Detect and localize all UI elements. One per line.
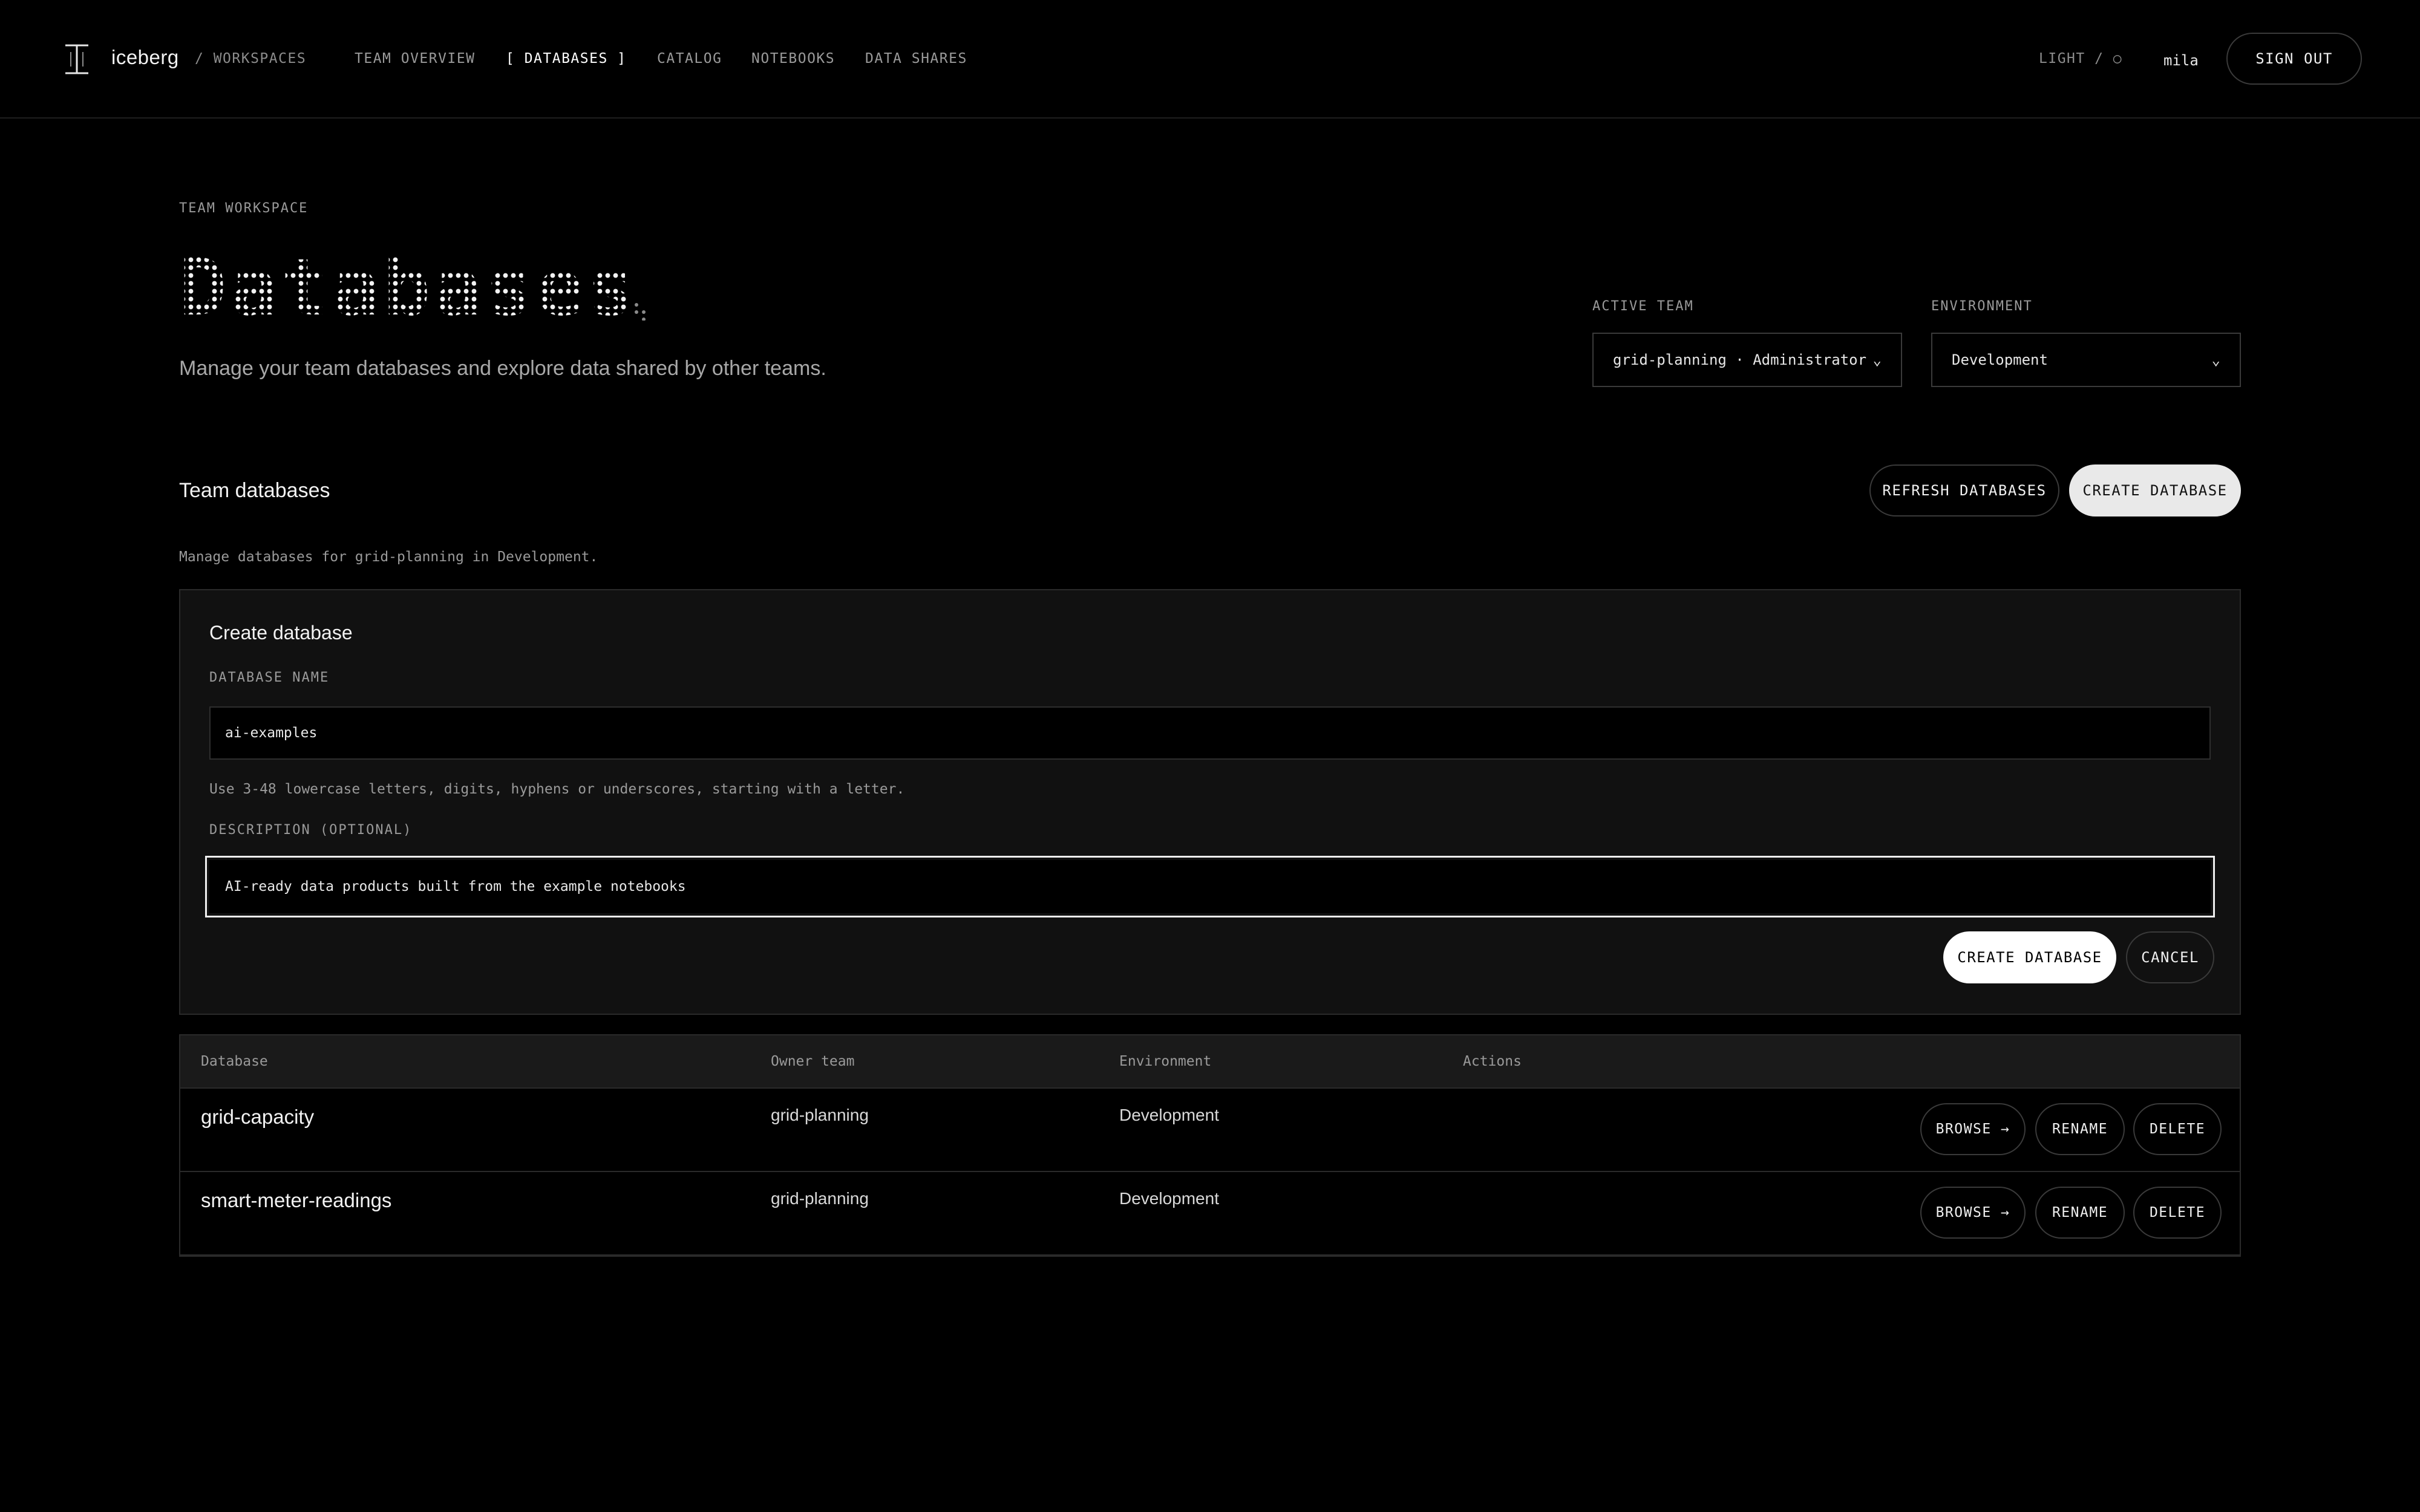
databases-table: Database Owner team Environment Actions … xyxy=(179,1034,2241,1257)
iceberg-logo-icon[interactable] xyxy=(63,44,91,75)
brand-name[interactable]: iceberg xyxy=(111,46,179,69)
column-header-database: Database xyxy=(201,1054,268,1069)
table-row: grid-capacity grid-planning Development … xyxy=(180,1089,2240,1172)
browse-button[interactable]: BROWSE → xyxy=(1920,1187,2026,1239)
active-team-value: grid-planning · Administrator xyxy=(1613,351,1867,368)
column-header-actions: Actions xyxy=(1463,1054,1522,1069)
nav-catalog[interactable]: CATALOG xyxy=(657,51,722,67)
nav-team-overview[interactable]: TEAM OVERVIEW xyxy=(355,51,476,67)
owner-team: grid-planning xyxy=(771,1106,869,1124)
chevron-down-icon: ⌄ xyxy=(2211,351,2220,368)
user-name: mila xyxy=(2163,52,2199,69)
sign-out-button[interactable]: SIGN OUT xyxy=(2226,33,2362,85)
page-title-wrap: Databases xyxy=(179,248,638,327)
description-label: DESCRIPTION (OPTIONAL) xyxy=(209,823,413,838)
table-row: smart-meter-readings grid-planning Devel… xyxy=(180,1172,2240,1256)
breadcrumb[interactable]: / WORKSPACES xyxy=(195,51,306,67)
database-name-hint: Use 3-48 lowercase letters, digits, hyph… xyxy=(209,781,905,797)
top-bar: iceberg / WORKSPACES TEAM OVERVIEW [ DAT… xyxy=(0,0,2420,119)
theme-toggle[interactable]: LIGHT / ○ xyxy=(2039,51,2122,67)
delete-button[interactable]: DELETE xyxy=(2133,1103,2222,1155)
create-database-submit-button[interactable]: CREATE DATABASE xyxy=(1943,931,2116,983)
environment: Development xyxy=(1119,1106,1219,1124)
section-title: Team databases xyxy=(179,479,330,502)
section-description: Manage databases for grid-planning in De… xyxy=(179,549,598,565)
chevron-down-icon: ⌄ xyxy=(1872,351,1882,368)
delete-button[interactable]: DELETE xyxy=(2133,1187,2222,1239)
database-name-label: DATABASE NAME xyxy=(209,670,330,685)
page-eyebrow: TEAM WORKSPACE xyxy=(179,201,309,216)
nav-databases[interactable]: [ DATABASES ] xyxy=(506,51,627,67)
rename-button[interactable]: RENAME xyxy=(2035,1103,2125,1155)
environment-value: Development xyxy=(1952,351,2048,368)
page-subtitle: Manage your team databases and explore d… xyxy=(179,357,826,380)
database-name[interactable]: grid-capacity xyxy=(201,1106,314,1129)
active-team-select[interactable]: grid-planning · Administrator ⌄ xyxy=(1592,333,1902,387)
create-database-panel: Create database DATABASE NAME ai-example… xyxy=(179,589,2241,1015)
description-input[interactable]: AI-ready data products built from the ex… xyxy=(205,856,2215,917)
nav-data-shares[interactable]: DATA SHARES xyxy=(865,51,967,67)
table-header: Database Owner team Environment Actions xyxy=(180,1035,2240,1089)
create-database-title: Create database xyxy=(209,622,353,644)
environment-select[interactable]: Development ⌄ xyxy=(1931,333,2241,387)
browse-button[interactable]: BROWSE → xyxy=(1920,1103,2026,1155)
page-title: Databases xyxy=(179,241,638,333)
active-team-label: ACTIVE TEAM xyxy=(1592,299,1694,314)
refresh-databases-button[interactable]: REFRESH DATABASES xyxy=(1869,464,2059,516)
owner-team: grid-planning xyxy=(771,1189,869,1208)
database-name-input[interactable]: ai-examples xyxy=(209,706,2211,760)
create-database-toggle-button[interactable]: CREATE DATABASE xyxy=(2069,464,2241,516)
environment-label: ENVIRONMENT xyxy=(1931,299,2033,314)
title-cursor-icon xyxy=(635,303,646,321)
cancel-button[interactable]: CANCEL xyxy=(2126,931,2214,983)
rename-button[interactable]: RENAME xyxy=(2035,1187,2125,1239)
column-header-environment: Environment xyxy=(1119,1054,1212,1069)
nav-notebooks[interactable]: NOTEBOOKS xyxy=(751,51,835,67)
database-name[interactable]: smart-meter-readings xyxy=(201,1189,391,1212)
environment: Development xyxy=(1119,1189,1219,1208)
column-header-owner-team: Owner team xyxy=(771,1054,855,1069)
